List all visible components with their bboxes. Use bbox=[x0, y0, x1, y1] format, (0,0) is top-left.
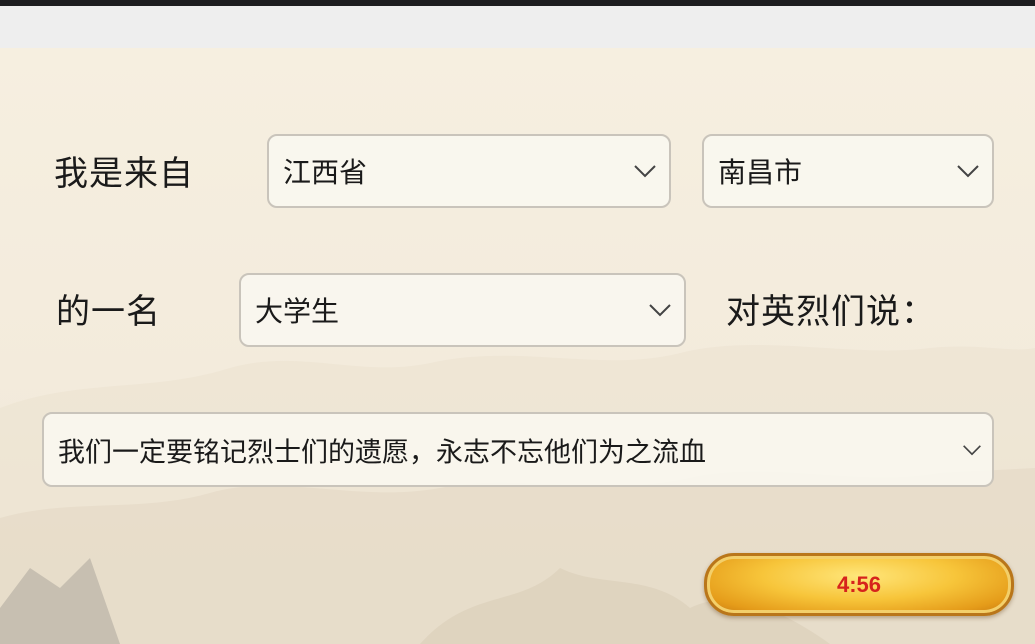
timer-button[interactable]: 4:56 bbox=[704, 553, 1014, 616]
intro-label: 我是来自 bbox=[54, 154, 194, 194]
message-select-value: 我们一定要铭记烈士们的遗愿，永志不忘他们为之流血 bbox=[58, 437, 706, 468]
form-canvas: 我是来自 江西省 南昌市 的一名 大学生 对英烈们说： 我们一定要铭记烈士们的遗… bbox=[0, 48, 1035, 644]
timer-text: 4:56 bbox=[836, 571, 882, 597]
chevron-down-icon bbox=[963, 444, 981, 455]
province-select-value: 江西省 bbox=[283, 156, 368, 189]
chevron-down-icon bbox=[634, 165, 656, 178]
say-to-martyrs-label: 对英烈们说： bbox=[726, 292, 936, 332]
city-select[interactable]: 南昌市 bbox=[702, 134, 994, 208]
role-prefix-label: 的一名 bbox=[56, 292, 161, 332]
city-select-value: 南昌市 bbox=[718, 156, 803, 189]
province-select[interactable]: 江西省 bbox=[267, 134, 671, 208]
role-select-value: 大学生 bbox=[255, 295, 340, 328]
chevron-down-icon bbox=[649, 304, 671, 317]
role-select[interactable]: 大学生 bbox=[239, 273, 686, 347]
message-select[interactable]: 我们一定要铭记烈士们的遗愿，永志不忘他们为之流血 bbox=[42, 412, 994, 487]
top-strip bbox=[0, 6, 1035, 48]
chevron-down-icon bbox=[957, 165, 979, 178]
